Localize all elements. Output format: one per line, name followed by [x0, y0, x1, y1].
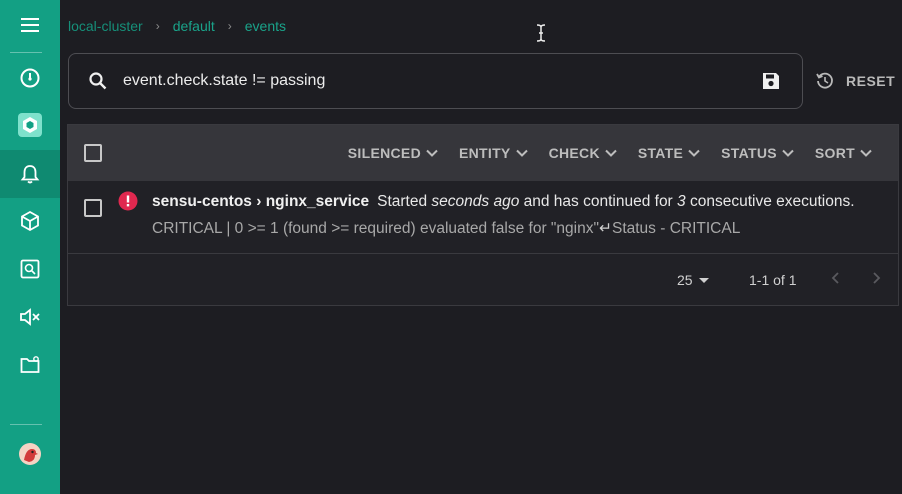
sidebar-item-events[interactable] [0, 150, 60, 198]
filter-entity[interactable]: ENTITY [459, 145, 529, 161]
filter-label: SILENCED [347, 145, 421, 161]
output-text-continued: Status - CRITICAL [611, 220, 741, 237]
sidebar-item-namespace[interactable] [0, 101, 60, 149]
sidebar-divider [10, 424, 42, 425]
summary-count: 3 [677, 193, 686, 210]
output-text: CRITICAL | 0 >= 1 (found >= required) ev… [152, 220, 599, 237]
filter-status[interactable]: STATUS [721, 145, 795, 161]
filter-check[interactable]: CHECK [549, 145, 618, 161]
save-icon[interactable] [760, 70, 782, 92]
filter-label: CHECK [548, 145, 600, 161]
sidebar-item-configuration[interactable] [0, 341, 60, 389]
pagination: 25 1-1 of 1 [68, 255, 898, 307]
avatar-icon [19, 443, 41, 465]
sidebar-item-profile[interactable] [0, 430, 60, 478]
line-break-icon: ↵ [598, 220, 612, 237]
event-summary: sensu-centos › nginx_service Started seco… [152, 193, 855, 211]
caret-down-icon [698, 277, 709, 283]
speaker-mute-icon [20, 308, 40, 326]
filter-label: STATE [637, 145, 684, 161]
main-content: local-cluster › default › events event.c… [60, 0, 902, 494]
rows-per-page-value: 25 [677, 272, 693, 288]
filter-label: SORT [814, 145, 855, 161]
filter-label: ENTITY [458, 145, 511, 161]
row-checkbox[interactable] [84, 199, 102, 217]
chevron-down-icon [859, 146, 873, 160]
chevron-down-icon [425, 146, 439, 160]
event-title[interactable]: sensu-centos › nginx_service [152, 193, 369, 210]
cube-icon [21, 210, 39, 232]
events-table: SILENCED ENTITY CHECK STATE STATUS SORT … [67, 124, 899, 306]
breadcrumb-separator: › [155, 19, 160, 33]
breadcrumb-namespace[interactable]: default [173, 18, 215, 34]
search-icon [87, 70, 109, 92]
sidebar-divider [10, 52, 42, 53]
entity-name: sensu-centos [152, 193, 252, 210]
sidebar [0, 0, 60, 494]
chevron-down-icon [515, 146, 529, 160]
filter-bar: SILENCED ENTITY CHECK STATE STATUS SORT [328, 125, 873, 181]
text-cursor-icon [536, 24, 546, 42]
chevron-right-icon[interactable] [868, 269, 884, 287]
select-all-checkbox[interactable] [84, 144, 102, 162]
filter-silenced[interactable]: SILENCED [348, 145, 439, 161]
title-separator: › [256, 193, 262, 210]
reset-history-icon [814, 70, 836, 92]
sidebar-item-silences[interactable] [0, 293, 60, 341]
search-bar: event.check.state != passing [68, 53, 803, 109]
page-range: 1-1 of 1 [749, 272, 797, 288]
chevron-down-icon [604, 146, 618, 160]
check-name: nginx_service [265, 193, 370, 210]
breadcrumb-page: events [244, 18, 286, 34]
rows-per-page-select[interactable]: 25 [677, 272, 709, 288]
critical-status-icon [118, 191, 138, 211]
reset-button[interactable]: RESET [814, 66, 895, 96]
folder-gear-icon [20, 356, 40, 373]
chevron-down-icon [687, 146, 701, 160]
table-header: SILENCED ENTITY CHECK STATE STATUS SORT [68, 125, 898, 181]
event-output: CRITICAL | 0 >= 1 (found >= required) ev… [152, 219, 740, 238]
summary-middle: and has continued for [523, 193, 673, 210]
breadcrumb: local-cluster › default › events [68, 17, 286, 35]
filter-state[interactable]: STATE [638, 145, 701, 161]
menu-button[interactable] [0, 1, 60, 49]
filter-sort[interactable]: SORT [815, 145, 873, 161]
search-input[interactable]: event.check.state != passing [123, 72, 760, 90]
filter-label: STATUS [721, 145, 777, 161]
reset-label: RESET [846, 73, 896, 89]
sidebar-item-entities[interactable] [0, 197, 60, 245]
table-row[interactable] [68, 181, 898, 254]
summary-prefix: Started [377, 193, 428, 210]
chevron-down-icon [781, 146, 795, 160]
namespace-badge-icon [18, 113, 42, 137]
gauge-icon [20, 68, 40, 88]
summary-time: seconds ago [431, 193, 520, 210]
sidebar-item-checks[interactable] [0, 245, 60, 293]
chevron-left-icon[interactable] [828, 269, 844, 287]
hamburger-icon [21, 18, 39, 32]
breadcrumb-separator: › [227, 19, 232, 33]
monitor-search-icon [20, 259, 40, 279]
sidebar-item-dashboard[interactable] [0, 54, 60, 102]
bell-icon [20, 165, 40, 184]
breadcrumb-cluster[interactable]: local-cluster [68, 18, 143, 34]
summary-suffix: consecutive executions. [689, 193, 855, 210]
